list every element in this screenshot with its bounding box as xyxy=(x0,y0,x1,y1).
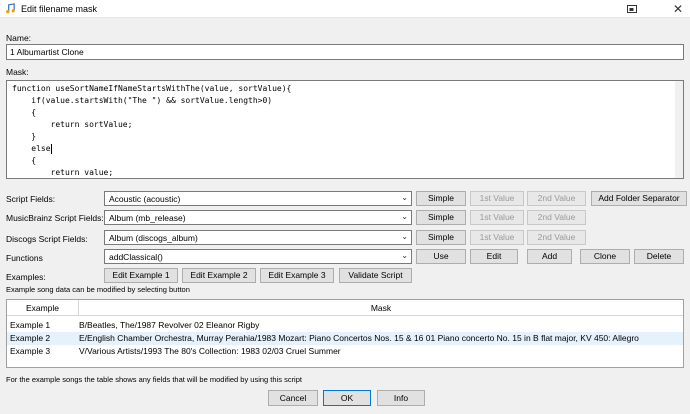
code-line: } xyxy=(12,132,37,141)
table-row[interactable]: Example 3 V/Various Artists/1993 The 80'… xyxy=(7,345,683,358)
table-row[interactable]: Example 2 E/English Chamber Orchestra, M… xyxy=(7,332,683,345)
add-button[interactable]: Add xyxy=(527,249,572,264)
code-line: function useSortNameIfNameStartsWithThe(… xyxy=(12,84,292,93)
second-value-button[interactable]: 2nd Value xyxy=(527,230,586,245)
edit-button[interactable]: Edit xyxy=(470,249,518,264)
musicbrainz-fields-value: Album (mb_release) xyxy=(109,213,186,223)
code-line: else xyxy=(12,144,51,153)
mask-cell: E/English Chamber Orchestra, Murray Pera… xyxy=(79,333,639,343)
delete-button[interactable]: Delete xyxy=(634,249,684,264)
chevron-down-icon: ⌄ xyxy=(401,232,408,241)
mask-editor[interactable]: function useSortNameIfNameStartsWithThe(… xyxy=(6,80,684,179)
edit-example-2-button[interactable]: Edit Example 2 xyxy=(182,268,256,283)
chevron-down-icon: ⌄ xyxy=(401,251,408,260)
example-cell: Example 2 xyxy=(10,333,51,343)
example-cell: Example 1 xyxy=(10,320,51,330)
clone-button[interactable]: Clone xyxy=(580,249,630,264)
code-line: { xyxy=(12,108,37,117)
validate-script-button[interactable]: Validate Script xyxy=(339,268,412,283)
example-cell: Example 3 xyxy=(10,346,51,356)
script-fields-select[interactable]: Acoustic (acoustic) ⌄ xyxy=(104,191,412,206)
edit-example-1-button[interactable]: Edit Example 1 xyxy=(104,268,178,283)
functions-label: Functions xyxy=(6,253,43,263)
table-row[interactable]: Example 1 B/Beatles, The/1987 Revolver 0… xyxy=(7,319,683,332)
discogs-fields-label: Discogs Script Fields: xyxy=(6,234,88,244)
window-title: Edit filename mask xyxy=(21,4,98,14)
functions-value: addClassical() xyxy=(109,252,163,262)
script-fields-label: Script Fields: xyxy=(6,194,56,204)
chevron-down-icon: ⌄ xyxy=(401,193,408,202)
text-caret xyxy=(50,143,52,154)
column-header-example[interactable]: Example xyxy=(7,300,79,316)
examples-label: Examples: xyxy=(6,272,46,282)
use-button[interactable]: Use xyxy=(416,249,466,264)
code-line: if(value.startsWith("The ") && sortValue… xyxy=(12,96,273,105)
mask-cell: B/Beatles, The/1987 Revolver 02 Eleanor … xyxy=(79,320,260,330)
first-value-button[interactable]: 1st Value xyxy=(470,210,524,225)
simple-button[interactable]: Simple xyxy=(416,210,466,225)
code-line: return sortValue; xyxy=(12,120,133,129)
music-note-icon xyxy=(6,3,15,14)
info-button[interactable]: Info xyxy=(377,390,425,406)
ok-button[interactable]: OK xyxy=(323,390,371,406)
editor-scrollbar[interactable] xyxy=(675,81,683,178)
code-line: { xyxy=(12,156,37,165)
name-label: Name: xyxy=(6,33,32,43)
title-bar: Edit filename mask ✕ xyxy=(0,0,690,18)
close-icon[interactable]: ✕ xyxy=(671,2,685,16)
musicbrainz-fields-label: MusicBrainz Script Fields: xyxy=(6,213,104,223)
mask-cell: V/Various Artists/1993 The 80's Collecti… xyxy=(79,346,341,356)
first-value-button[interactable]: 1st Value xyxy=(470,230,524,245)
musicbrainz-fields-select[interactable]: Album (mb_release) ⌄ xyxy=(104,210,412,225)
window-icon[interactable] xyxy=(625,2,639,16)
examples-table[interactable]: Example Mask Example 1 B/Beatles, The/19… xyxy=(6,299,684,368)
edit-example-3-button[interactable]: Edit Example 3 xyxy=(260,268,334,283)
code-line: return value; xyxy=(12,168,114,177)
cancel-button[interactable]: Cancel xyxy=(268,390,318,406)
footer-note: For the example songs the table shows an… xyxy=(6,375,302,384)
add-folder-separator-button[interactable]: Add Folder Separator xyxy=(591,191,687,206)
discogs-fields-value: Album (discogs_album) xyxy=(109,233,198,243)
script-fields-value: Acoustic (acoustic) xyxy=(109,194,181,204)
chevron-down-icon: ⌄ xyxy=(401,212,408,221)
functions-select[interactable]: addClassical() ⌄ xyxy=(104,249,412,264)
discogs-fields-select[interactable]: Album (discogs_album) ⌄ xyxy=(104,230,412,245)
example-note: Example song data can be modified by sel… xyxy=(6,285,190,294)
name-input[interactable]: 1 Albumartist Clone xyxy=(6,44,684,60)
second-value-button[interactable]: 2nd Value xyxy=(527,210,586,225)
first-value-button[interactable]: 1st Value xyxy=(470,191,524,206)
second-value-button[interactable]: 2nd Value xyxy=(527,191,586,206)
mask-label: Mask: xyxy=(6,67,29,77)
column-header-mask[interactable]: Mask xyxy=(79,300,683,316)
simple-button[interactable]: Simple xyxy=(416,191,466,206)
simple-button[interactable]: Simple xyxy=(416,230,466,245)
